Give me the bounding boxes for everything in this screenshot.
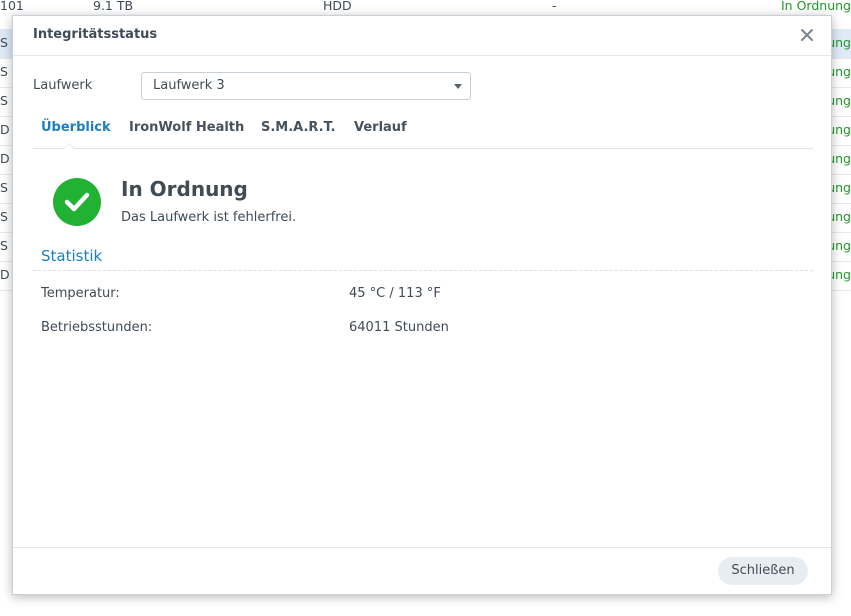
temperature-value: 45 °C / 113 °F <box>349 286 441 301</box>
section-title-statistics: Statistik <box>41 247 103 265</box>
caret-down-icon <box>454 84 462 89</box>
table-cell: - <box>552 0 557 13</box>
section-divider <box>33 270 813 271</box>
tab-overview[interactable]: Überblick <box>41 120 111 135</box>
table-cell: S <box>0 238 8 253</box>
table-cell: D <box>0 122 10 137</box>
footer-divider <box>13 547 831 548</box>
status-cell: In Ordnung <box>781 0 851 13</box>
close-icon[interactable] <box>797 25 817 45</box>
status-title: In Ordnung <box>121 177 248 201</box>
active-tab-indicator <box>63 143 75 149</box>
tab-ironwolf-health[interactable]: IronWolf Health <box>129 120 244 135</box>
table-cell: 101 <box>0 0 24 13</box>
dialog-title: Integritätsstatus <box>33 27 158 42</box>
drive-select-value: Laufwerk 3 <box>153 78 225 93</box>
tab-smart[interactable]: S.M.A.R.T. <box>261 120 335 135</box>
operating-hours-value: 64011 Stunden <box>349 320 449 335</box>
table-cell: D <box>0 151 10 166</box>
operating-hours-label: Betriebsstunden: <box>41 320 153 335</box>
close-button[interactable]: Schließen <box>718 557 808 585</box>
dialog-header[interactable]: Integritätsstatus <box>13 16 831 56</box>
table-cell: D <box>0 267 10 282</box>
table-cell: S <box>0 209 8 224</box>
table-cell: HDD <box>323 0 352 13</box>
drive-select[interactable]: Laufwerk 3 <box>141 72 471 100</box>
table-cell: S <box>0 64 8 79</box>
tab-history[interactable]: Verlauf <box>354 120 407 135</box>
check-circle-icon <box>53 178 101 226</box>
drive-label: Laufwerk <box>33 78 93 93</box>
table-cell: S <box>0 93 8 108</box>
temperature-label: Temperatur: <box>41 286 120 301</box>
status-subtitle: Das Laufwerk ist fehlerfrei. <box>121 210 297 225</box>
integrity-status-dialog: Integritätsstatus Laufwerk Laufwerk 3 Üb… <box>12 15 832 595</box>
table-cell: S <box>0 35 8 50</box>
table-cell: 9.1 TB <box>93 0 134 13</box>
tab-bar: Überblick IronWolf Health S.M.A.R.T. Ver… <box>33 116 813 149</box>
table-cell: S <box>0 180 8 195</box>
